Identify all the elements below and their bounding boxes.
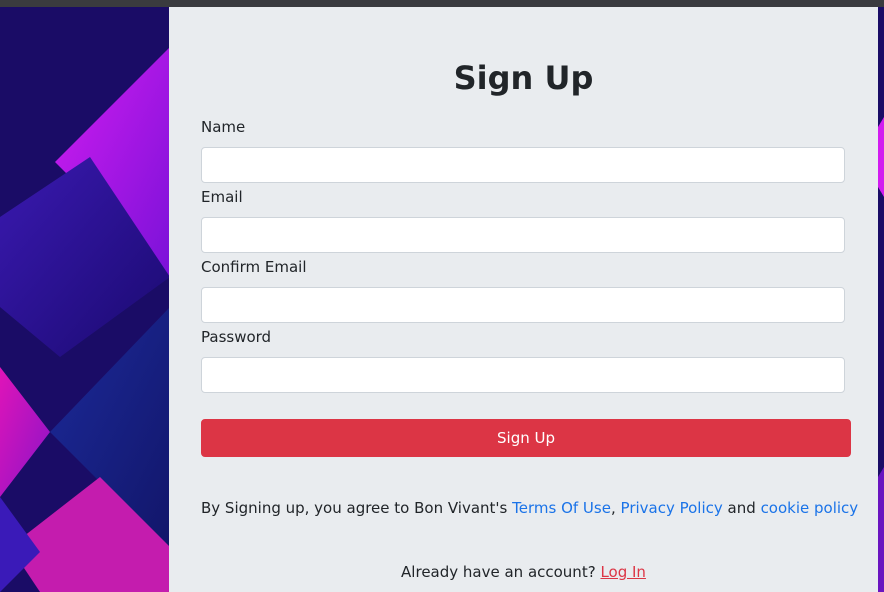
browser-top-edge: [0, 0, 884, 7]
signup-button[interactable]: Sign Up: [201, 419, 851, 457]
terms-of-use-link[interactable]: Terms Of Use: [512, 499, 611, 517]
page-title: Sign Up: [453, 59, 594, 97]
terms-notice: By Signing up, you agree to Bon Vivant's…: [201, 499, 858, 517]
login-link[interactable]: Log In: [600, 563, 646, 581]
terms-prefix: By Signing up, you agree to Bon Vivant's: [201, 499, 508, 517]
email-label: Email: [201, 188, 243, 206]
login-prompt: Already have an account? Log In: [169, 563, 878, 581]
privacy-policy-link[interactable]: Privacy Policy: [621, 499, 723, 517]
terms-comma: ,: [610, 499, 616, 517]
name-input[interactable]: [201, 147, 845, 183]
confirm-email-label: Confirm Email: [201, 258, 307, 276]
password-input[interactable]: [201, 357, 845, 393]
terms-and: and: [727, 499, 756, 517]
signup-card: Sign Up Name Email Confirm Email Passwor…: [169, 7, 878, 592]
name-label: Name: [201, 118, 246, 136]
password-label: Password: [201, 328, 272, 346]
confirm-email-input[interactable]: [201, 287, 845, 323]
login-prompt-text: Already have an account?: [401, 563, 596, 581]
email-input[interactable]: [201, 217, 845, 253]
cookie-policy-link[interactable]: cookie policy: [761, 499, 859, 517]
